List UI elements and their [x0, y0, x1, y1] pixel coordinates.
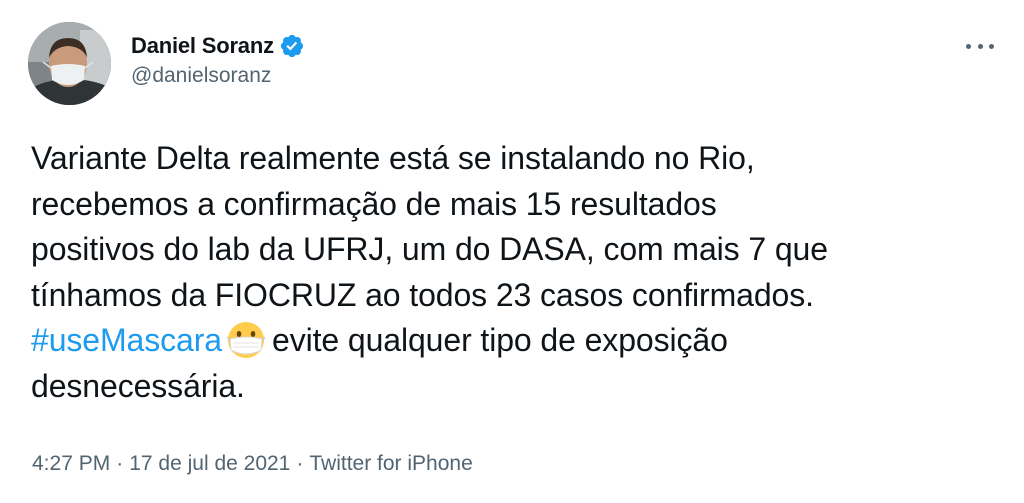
name-row: Daniel Soranz — [131, 30, 305, 62]
handle[interactable]: @danielsoranz — [131, 64, 305, 88]
tweet-source[interactable]: Twitter for iPhone — [309, 452, 472, 475]
face-with-medical-mask-icon — [224, 320, 268, 360]
tweet-line-after-emoji: evite qualquer tipo de exposição — [272, 322, 728, 358]
tweet-text: Variante Delta realmente está se instala… — [31, 136, 1001, 409]
tweet-line: desnecessária. — [31, 367, 245, 404]
tweet-line-hashtag: #useMascara evite qualquer tipo de expos… — [31, 318, 1001, 364]
meta-separator: · — [116, 452, 124, 475]
author-block: Daniel Soranz @danielsoranz — [131, 30, 305, 88]
more-options-icon[interactable] — [966, 36, 994, 56]
tweet-card: Daniel Soranz @danielsoranz Variante Del… — [0, 0, 1024, 503]
meta-separator: · — [296, 452, 304, 475]
hashtag-link[interactable]: #useMascara — [31, 322, 222, 358]
display-name[interactable]: Daniel Soranz — [131, 33, 274, 59]
tweet-meta: 4:27 PM · 17 de jul de 2021 · Twitter for iP… — [32, 452, 473, 476]
tweet-time[interactable]: 4:27 PM — [32, 452, 110, 475]
verified-badge-icon — [279, 33, 305, 59]
tweet-line: Variante Delta realmente está se instala… — [31, 140, 755, 176]
avatar-photo — [28, 22, 111, 105]
tweet-line: recebemos a confirmação de mais 15 resul… — [31, 185, 717, 222]
tweet-date[interactable]: 17 de jul de 2021 — [129, 452, 290, 475]
tweet-line: positivos do lab da UFRJ, um do DASA, co… — [31, 231, 828, 267]
avatar[interactable] — [28, 22, 111, 105]
tweet-line: tínhamos da FIOCRUZ ao todos 23 casos co… — [31, 276, 814, 313]
